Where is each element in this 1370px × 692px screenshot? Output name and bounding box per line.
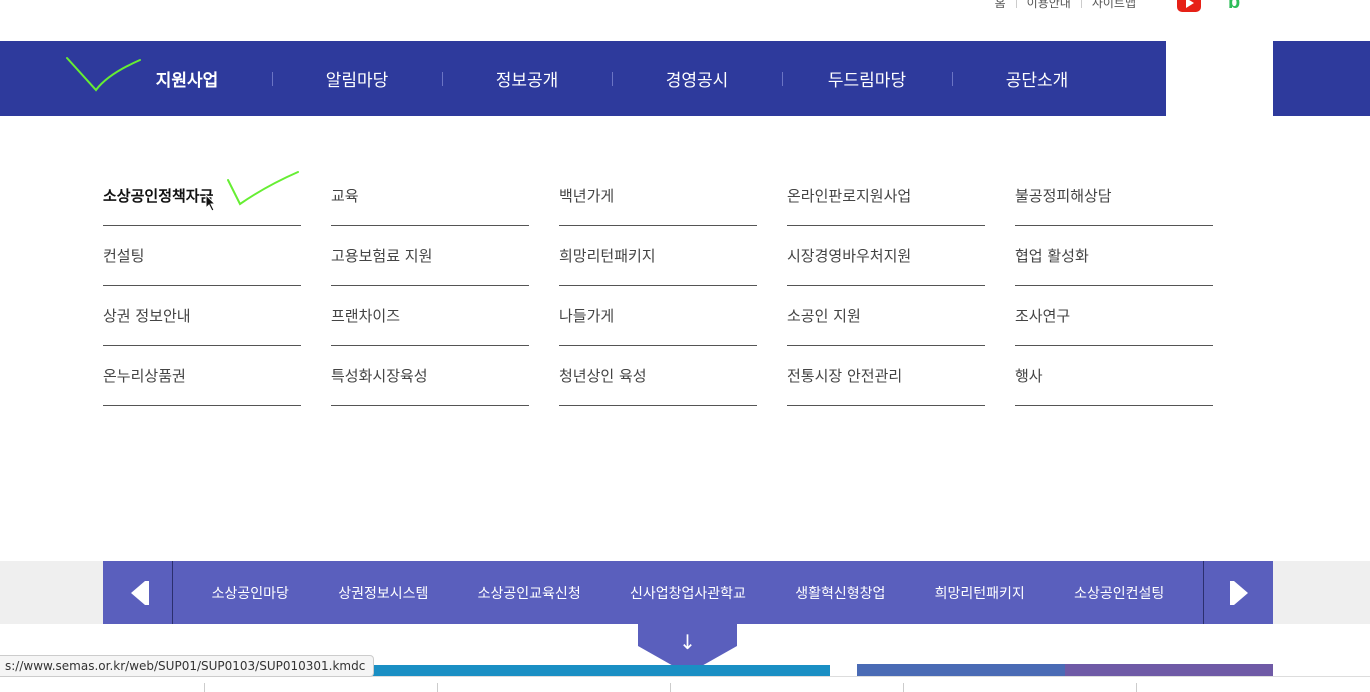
arrow-left-icon [130, 580, 145, 605]
menu-item-hope-return[interactable]: 희망리턴패키지 [559, 226, 757, 286]
nav-item-about[interactable]: 공단소개 [952, 66, 1122, 91]
menu-item-market-safety[interactable]: 전통시장 안전관리 [787, 346, 985, 406]
mouse-pointer-icon [205, 194, 217, 212]
menu-item-research[interactable]: 조사연구 [1015, 286, 1213, 346]
divider [1015, 0, 1017, 8]
quick-links-slider: 소상공인마당 상권정보시스템 소상공인교육신청 신사업창업사관학교 생활혁신형창… [103, 561, 1273, 624]
guide-link[interactable]: 이용안내 [1027, 0, 1071, 11]
quick-link-item[interactable]: 소상공인교육신청 [478, 583, 581, 603]
checkmark-annotation-icon [227, 171, 299, 206]
quick-link-item[interactable]: 소상공인마당 [212, 583, 289, 603]
menu-item-market-voucher[interactable]: 시장경영바우처지원 [787, 226, 985, 286]
quick-links-list: 소상공인마당 상권정보시스템 소상공인교육신청 신사업창업사관학교 생활혁신형창… [173, 583, 1203, 603]
nav-item-info[interactable]: 정보공개 [442, 66, 612, 91]
menu-item-specialized-market[interactable]: 특성화시장육성 [331, 346, 529, 406]
main-nav: 지원사업 알림마당 정보공개 경영공시 두드림마당 공단소개 [0, 41, 1166, 116]
divider [1080, 0, 1082, 8]
divider [670, 683, 671, 692]
menu-item-employment-insurance[interactable]: 고용보험료 지원 [331, 226, 529, 286]
menu-item-commercial-info[interactable]: 상권 정보안내 [103, 286, 301, 346]
menu-item-nadeul-store[interactable]: 나들가게 [559, 286, 757, 346]
menu-item-online-sales[interactable]: 온라인판로지원사업 [787, 166, 985, 226]
menu-item-unfair-damage[interactable]: 불공정피해상담 [1015, 166, 1213, 226]
divider [437, 683, 438, 692]
arrow-left-bar [144, 580, 149, 605]
divider [1136, 683, 1137, 692]
quick-link-item[interactable]: 희망리턴패키지 [935, 583, 1025, 603]
prev-button[interactable] [103, 561, 173, 624]
sitemap-link[interactable]: 사이트맵 [1092, 0, 1136, 11]
status-bar-url: s://www.semas.or.kr/web/SUP01/SUP0103/SU… [0, 655, 375, 677]
menu-item-small-manufacturer[interactable]: 소공인 지원 [787, 286, 985, 346]
menu-item-cooperation[interactable]: 협업 활성화 [1015, 226, 1213, 286]
utility-links: 홈 이용안내 사이트맵 [995, 0, 1136, 11]
nav-item-management[interactable]: 경영공시 [612, 66, 782, 91]
arrow-right-icon [1233, 580, 1248, 605]
next-button[interactable] [1203, 561, 1273, 624]
menu-item-onnuri-voucher[interactable]: 온누리상품권 [103, 346, 301, 406]
divider [903, 683, 904, 692]
nav-item-notice[interactable]: 알림마당 [272, 66, 442, 91]
bottom-tab-bar [0, 676, 1370, 692]
nav-item-dodream[interactable]: 두드림마당 [782, 66, 952, 91]
quick-link-item[interactable]: 생활혁신형창업 [795, 583, 885, 603]
home-link[interactable]: 홈 [995, 0, 1006, 11]
menu-item-consulting[interactable]: 컨설팅 [103, 226, 301, 286]
quick-link-item[interactable]: 소상공인컨설팅 [1074, 583, 1164, 603]
nav-bar-extension [1273, 41, 1370, 116]
menu-item-events[interactable]: 행사 [1015, 346, 1213, 406]
quick-link-item[interactable]: 상권정보시스템 [338, 583, 428, 603]
menu-item-franchise[interactable]: 프랜차이즈 [331, 286, 529, 346]
checkmark-annotation-icon [66, 57, 141, 92]
blog-icon[interactable]: b [1228, 0, 1246, 12]
youtube-icon[interactable] [1177, 0, 1201, 12]
menu-item-young-merchant[interactable]: 청년상인 육성 [559, 346, 757, 406]
menu-item-100year-store[interactable]: 백년가게 [559, 166, 757, 226]
divider [204, 683, 205, 692]
menu-item-education[interactable]: 교육 [331, 166, 529, 226]
quick-link-item[interactable]: 신사업창업사관학교 [630, 583, 746, 603]
arrow-down-icon: ↓ [679, 630, 696, 654]
